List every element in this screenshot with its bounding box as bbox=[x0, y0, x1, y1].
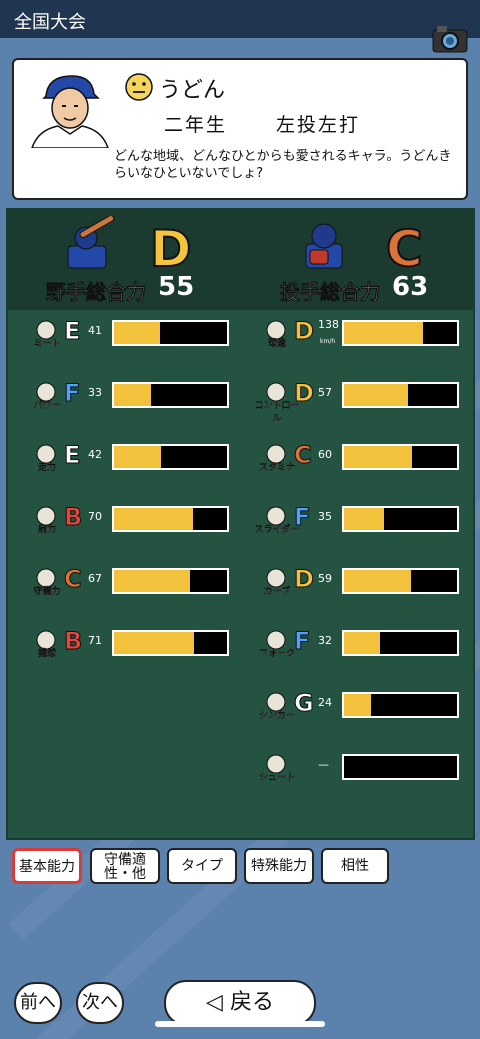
stat-row: フォーク F 32 bbox=[258, 624, 463, 664]
batting-overall-grade: D bbox=[149, 220, 192, 278]
stat-row: 捕球 B 71 bbox=[28, 624, 233, 664]
stat-bar bbox=[342, 692, 459, 718]
stat-bar-fill bbox=[344, 322, 424, 344]
pitcher-icon bbox=[305, 223, 343, 269]
stat-grade: B bbox=[63, 503, 83, 532]
back-button[interactable]: ◁ 戻る bbox=[164, 980, 316, 1026]
player-name: うどん bbox=[159, 78, 226, 103]
batting-overall-label: 野手総合力 bbox=[46, 280, 147, 305]
stat-value: 138 bbox=[318, 318, 339, 331]
stat-row: カーブ D 59 bbox=[258, 562, 463, 602]
stat-row: シュート — bbox=[258, 748, 463, 788]
stat-grade: E bbox=[63, 317, 81, 346]
player-description: どんな地域、どんなひとからも愛されるキャラ。うどんきらいなひといないでしょ? bbox=[114, 149, 452, 181]
stat-grade: C bbox=[64, 565, 83, 594]
stat-grade: C bbox=[294, 441, 313, 470]
stat-bar-fill bbox=[344, 446, 412, 468]
stat-grade: F bbox=[293, 627, 311, 656]
stat-grade: D bbox=[294, 565, 315, 594]
stat-bar bbox=[342, 444, 459, 470]
stat-bar bbox=[342, 320, 459, 346]
player-avatar bbox=[31, 75, 109, 148]
stat-grade: F bbox=[293, 503, 311, 532]
stat-value: 35 bbox=[318, 510, 332, 523]
stat-bar bbox=[112, 630, 229, 656]
stat-bar bbox=[342, 568, 459, 594]
stat-bar-fill bbox=[114, 322, 161, 344]
stat-bar-fill bbox=[344, 694, 372, 716]
stat-bar bbox=[112, 320, 229, 346]
stat-bar-fill bbox=[344, 570, 411, 592]
ability-board: 野手総合力 D 55 投手総合力 C 63 ミート E 41 パワー F 33 走力 E 42 肩… bbox=[6, 208, 475, 840]
neutral-face-icon bbox=[125, 73, 153, 101]
stat-value: 67 bbox=[88, 572, 102, 585]
stat-value: — bbox=[318, 758, 329, 771]
stat-grade: D bbox=[294, 379, 315, 408]
overall-header: 野手総合力 D 55 投手総合力 C 63 bbox=[8, 210, 473, 310]
stat-row: 球速 D 138 km/h bbox=[258, 314, 463, 354]
stat-bar-fill bbox=[114, 632, 195, 654]
stat-grade: E bbox=[63, 441, 81, 470]
stat-bar bbox=[112, 568, 229, 594]
stat-label: シュート bbox=[258, 773, 295, 783]
stat-bar-fill bbox=[114, 508, 194, 530]
player-handedness: 左投左打 bbox=[276, 114, 361, 136]
stat-bar-fill bbox=[114, 570, 190, 592]
stat-value: 60 bbox=[318, 448, 332, 461]
top-bar: 全国大会 bbox=[0, 0, 480, 38]
stat-unit: km/h bbox=[320, 338, 336, 345]
stat-row: 肩力 B 70 bbox=[28, 500, 233, 540]
stat-bar bbox=[342, 630, 459, 656]
stat-row: パワー F 33 bbox=[28, 376, 233, 416]
tournament-title: 全国大会 bbox=[14, 12, 86, 33]
prev-button[interactable]: 前へ bbox=[14, 982, 62, 1024]
stat-value: 70 bbox=[88, 510, 102, 523]
stat-value: 59 bbox=[318, 572, 332, 585]
player-profile-card: うどん 二年生 左投左打 どんな地域、どんなひとからも愛されるキャラ。うどんきら… bbox=[12, 58, 468, 200]
stat-value: 33 bbox=[88, 386, 102, 399]
camera-icon[interactable] bbox=[432, 24, 468, 54]
stat-grade: G bbox=[294, 689, 315, 718]
stat-bar-fill bbox=[114, 446, 162, 468]
stat-bar bbox=[342, 506, 459, 532]
stat-row: スタミナ C 60 bbox=[258, 438, 463, 478]
player-grade: 二年生 bbox=[164, 114, 228, 136]
stat-grade: F bbox=[63, 379, 81, 408]
stat-row: コントロール D 57 bbox=[254, 376, 463, 424]
stat-bar bbox=[112, 506, 229, 532]
stat-row: シンカー G 24 bbox=[258, 686, 463, 726]
pitching-overall-value: 63 bbox=[392, 272, 429, 302]
tab-special-ability[interactable]: 特殊能力 bbox=[244, 848, 314, 884]
stat-bar-fill bbox=[344, 384, 409, 406]
tab-basic-ability[interactable]: 基本能力 bbox=[12, 848, 82, 884]
stat-grade: D bbox=[294, 317, 315, 346]
stat-value: 42 bbox=[88, 448, 102, 461]
stat-bar bbox=[112, 382, 229, 408]
stat-row: 走力 E 42 bbox=[28, 438, 233, 478]
tab-type[interactable]: タイプ bbox=[167, 848, 237, 884]
stat-row: 守備力 C 67 bbox=[28, 562, 233, 602]
tab-compatibility[interactable]: 相性 bbox=[321, 848, 389, 884]
stat-value: 24 bbox=[318, 696, 332, 709]
stat-bar bbox=[112, 444, 229, 470]
pitching-overall-grade: C bbox=[385, 220, 424, 278]
home-indicator bbox=[155, 1021, 325, 1027]
stat-bar-fill bbox=[114, 384, 152, 406]
stat-bar-fill bbox=[344, 508, 384, 530]
stat-value: 71 bbox=[88, 634, 102, 647]
stat-grade: B bbox=[63, 627, 83, 656]
stat-value: 57 bbox=[318, 386, 332, 399]
stat-value: 32 bbox=[318, 634, 332, 647]
stat-bar bbox=[342, 754, 459, 780]
stat-row: スライダー F 35 bbox=[255, 500, 463, 540]
tab-defense-aptitude[interactable]: 守備適性・他 bbox=[90, 848, 160, 884]
batter-icon bbox=[67, 216, 115, 269]
stat-row: ミート E 41 bbox=[28, 314, 233, 354]
stat-bar-fill bbox=[344, 632, 381, 654]
next-button[interactable]: 次へ bbox=[76, 982, 124, 1024]
stat-value: 41 bbox=[88, 324, 102, 337]
stat-bar bbox=[342, 382, 459, 408]
pitching-overall-label: 投手総合力 bbox=[280, 280, 381, 305]
batting-overall-value: 55 bbox=[158, 272, 195, 302]
